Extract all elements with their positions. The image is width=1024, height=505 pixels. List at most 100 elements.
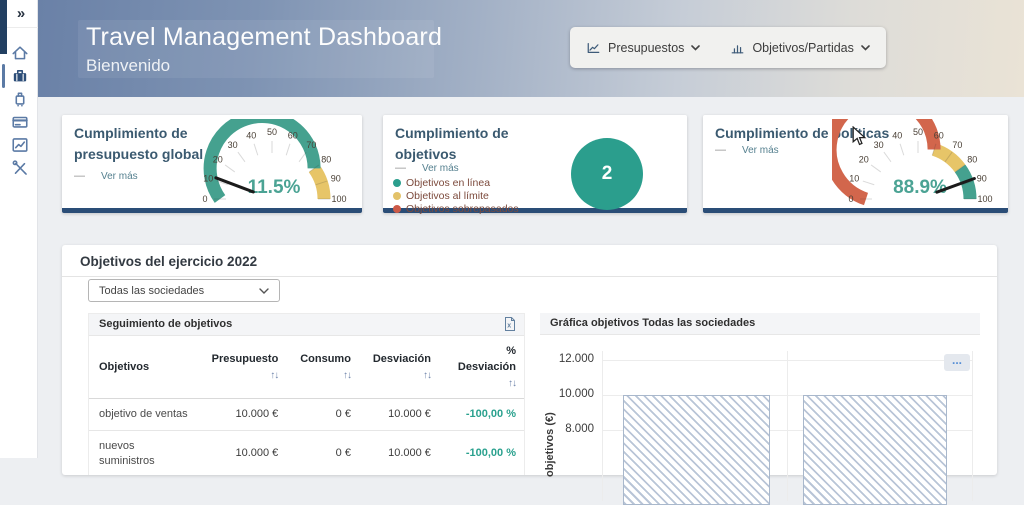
gridline bbox=[972, 351, 973, 501]
legend-item[interactable]: Objetivos sobrepasados bbox=[393, 202, 519, 215]
sort-icon: ↑↓ bbox=[343, 370, 351, 381]
kpi-card-presupuesto-global: Cumplimiento de presupuesto global — Ver… bbox=[62, 115, 362, 213]
svg-text:60: 60 bbox=[288, 130, 298, 140]
active-item-indicator bbox=[2, 64, 5, 88]
sort-pct-desviacion[interactable]: % Desviación ↑↓ bbox=[439, 336, 524, 398]
seguimiento-objetivos-panel: Seguimiento de objetivos x Objetivos Pre… bbox=[88, 313, 525, 475]
svg-text:30: 30 bbox=[874, 140, 884, 150]
presupuestos-dropdown[interactable]: Presupuestos bbox=[586, 41, 700, 55]
legend-label: Objetivos al límite bbox=[406, 190, 489, 202]
briefcase-icon[interactable] bbox=[11, 67, 29, 85]
gridline bbox=[787, 351, 788, 501]
collapsed-panel-strip bbox=[0, 0, 7, 54]
kpi-card-politicas: Cumplimiento de políticas — Ver más 88.9… bbox=[703, 115, 1008, 213]
legend-label: Objetivos sobrepasados bbox=[406, 203, 519, 215]
svg-text:90: 90 bbox=[331, 173, 341, 183]
nav-btn-label: Presupuestos bbox=[608, 41, 684, 55]
donut-value: 2 bbox=[602, 163, 613, 185]
header-banner: Travel Management Dashboard Bienvenido P… bbox=[38, 0, 1024, 97]
sort-presupuesto[interactable]: Presupuesto ↑↓ bbox=[198, 336, 287, 398]
svg-text:100: 100 bbox=[977, 194, 992, 204]
luggage-icon[interactable] bbox=[11, 90, 29, 108]
legend-item[interactable]: Objetivos en línea bbox=[393, 176, 519, 189]
svg-text:11.5%: 11.5% bbox=[248, 177, 301, 198]
table-cell-consumo: 0 € bbox=[286, 398, 359, 430]
chevron-down-icon bbox=[259, 282, 269, 300]
credit-card-icon[interactable] bbox=[11, 113, 29, 131]
chevron-down-icon bbox=[861, 45, 870, 51]
dash-icon: — bbox=[715, 144, 726, 156]
objetivos-table: Objetivos Presupuesto ↑↓ Consumo ↑↓ Desv… bbox=[89, 336, 524, 476]
travel-management-dashboard: { "header": { "title": "Travel Managemen… bbox=[0, 0, 1024, 458]
y-tick-label: 8.000 bbox=[546, 423, 594, 435]
dash-icon: — bbox=[74, 170, 85, 182]
objetivos-bar-chart: objetivos (€) 12.00010.0008.000 ... bbox=[540, 335, 980, 495]
bar-0[interactable] bbox=[623, 395, 770, 505]
svg-text:80: 80 bbox=[321, 155, 331, 165]
legend-dot-icon bbox=[393, 205, 401, 213]
svg-text:40: 40 bbox=[246, 130, 256, 140]
sort-icon: ↑↓ bbox=[270, 370, 278, 381]
tools-icon[interactable] bbox=[11, 159, 29, 177]
svg-text:60: 60 bbox=[934, 130, 944, 140]
sidebar-expand-button[interactable]: » bbox=[9, 3, 33, 25]
table-cell-presupuesto: 10.000 € bbox=[198, 430, 287, 476]
table-row[interactable]: objetivo de ventas10.000 €0 €10.000 €-10… bbox=[89, 398, 524, 430]
subpanel-title: Gráfica objetivos Todas las sociedades bbox=[540, 313, 980, 335]
sort-consumo[interactable]: Consumo ↑↓ bbox=[286, 336, 359, 398]
objetivos-panel: Objetivos del ejercicio 2022 Todas las s… bbox=[62, 245, 997, 475]
table-row[interactable]: nuevos suministros10.000 €0 €10.000 €-10… bbox=[89, 430, 524, 476]
legend-dot-icon bbox=[393, 179, 401, 187]
y-tick-label: 12.000 bbox=[546, 353, 594, 365]
home-icon[interactable] bbox=[11, 44, 29, 62]
ver-mas-link[interactable]: — Ver más bbox=[715, 144, 779, 156]
svg-text:90: 90 bbox=[977, 173, 987, 183]
ver-mas-link[interactable]: — Ver más bbox=[395, 162, 459, 174]
gridline bbox=[602, 360, 972, 361]
table-cell-desviacion: 10.000 € bbox=[359, 398, 439, 430]
sort-desviacion[interactable]: Desviación ↑↓ bbox=[359, 336, 439, 398]
politicas-gauge-chart: 88.9% 0102030405060708090100 bbox=[832, 119, 1004, 211]
bar-1[interactable] bbox=[803, 395, 947, 505]
table-cell-objetivo: objetivo de ventas bbox=[89, 398, 198, 430]
axis-line bbox=[602, 351, 603, 501]
table-cell-presupuesto: 10.000 € bbox=[198, 398, 287, 430]
svg-text:80: 80 bbox=[967, 155, 977, 165]
card-title: Cumplimiento de objetivos bbox=[395, 123, 555, 165]
svg-text:10: 10 bbox=[203, 173, 213, 183]
legend-label: Objetivos en línea bbox=[406, 177, 490, 189]
svg-text:70: 70 bbox=[306, 140, 316, 150]
svg-text:88.9%: 88.9% bbox=[893, 177, 947, 198]
header-nav-group: Presupuestos Objetivos/Partidas bbox=[570, 27, 886, 68]
excel-export-icon[interactable]: x bbox=[503, 316, 516, 335]
objetivos-partidas-dropdown[interactable]: Objetivos/Partidas bbox=[730, 41, 869, 55]
sort-icon: ↑↓ bbox=[508, 378, 516, 389]
objetivos-legend: Objetivos en líneaObjetivos al límiteObj… bbox=[393, 176, 519, 215]
svg-text:100: 100 bbox=[331, 194, 346, 204]
panel-title: Objetivos del ejercicio 2022 bbox=[62, 245, 997, 277]
chart-menu-button[interactable]: ... bbox=[944, 354, 970, 371]
presupuesto-gauge-chart: 11.5% 0102030405060708090100 bbox=[186, 119, 358, 211]
table-header-row: Objetivos Presupuesto ↑↓ Consumo ↑↓ Desv… bbox=[89, 336, 524, 398]
legend-item[interactable]: Objetivos al límite bbox=[393, 189, 519, 202]
svg-text:50: 50 bbox=[267, 127, 277, 137]
society-select-value: Todas las sociedades bbox=[99, 285, 259, 297]
svg-text:20: 20 bbox=[859, 155, 869, 165]
page-title: Travel Management Dashboard bbox=[86, 23, 442, 52]
table-cell-objetivo: nuevos suministros bbox=[89, 430, 198, 476]
bar-chart-icon bbox=[730, 41, 745, 55]
subpanel-title: Seguimiento de objetivos x bbox=[89, 314, 524, 336]
svg-text:40: 40 bbox=[892, 130, 902, 140]
ver-mas-link[interactable]: — Ver más bbox=[74, 170, 138, 182]
grafica-objetivos-panel: Gráfica objetivos Todas las sociedades o… bbox=[540, 313, 980, 475]
svg-text:20: 20 bbox=[213, 155, 223, 165]
svg-text:0: 0 bbox=[848, 194, 853, 204]
table-cell-consumo: 0 € bbox=[286, 430, 359, 476]
chart-line-icon[interactable] bbox=[11, 136, 29, 154]
svg-text:0: 0 bbox=[202, 194, 207, 204]
chevron-down-icon bbox=[691, 45, 700, 51]
nav-btn-label: Objetivos/Partidas bbox=[752, 41, 853, 55]
society-select[interactable]: Todas las sociedades bbox=[88, 279, 280, 302]
svg-text:10: 10 bbox=[849, 173, 859, 183]
svg-text:50: 50 bbox=[913, 127, 923, 137]
